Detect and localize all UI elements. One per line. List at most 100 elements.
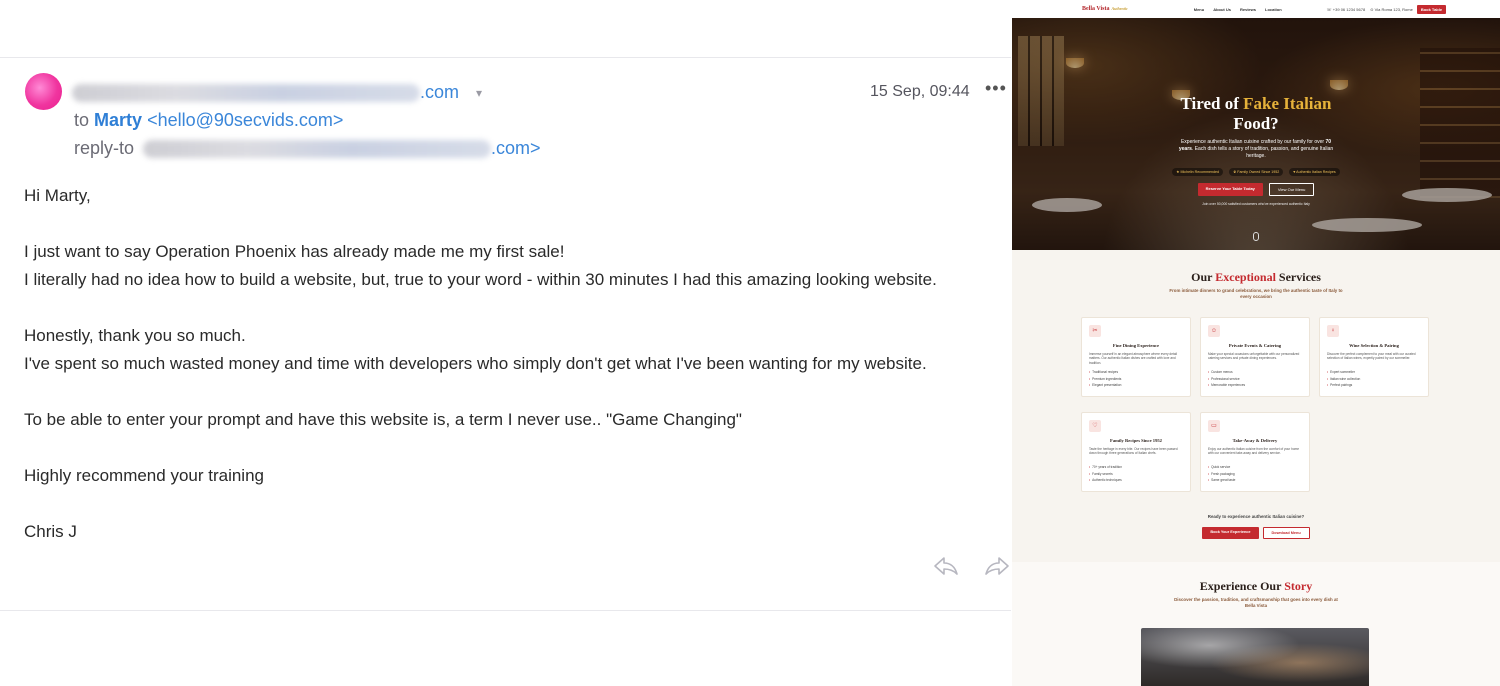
hero-note: Join over 50,000 satisfied customers who… — [1202, 202, 1310, 206]
book-experience-button[interactable]: Book Your Experience — [1202, 527, 1259, 539]
story-subtitle: Discover the passion, tradition, and cra… — [1174, 597, 1338, 608]
wine-glass-icon: ♀ — [1327, 325, 1339, 337]
heart-icon: ♡ — [1089, 420, 1101, 432]
redacted-reply-to — [143, 140, 492, 159]
address: ⊙ Via Roma 123, Rome — [1370, 6, 1413, 12]
to-prefix: to — [74, 110, 90, 130]
badge: ★ Michelin Recommended — [1172, 168, 1224, 176]
site-navbar: Bella Vista Authentic Menu About Us Revie… — [1012, 0, 1500, 18]
card-list: Traditional recipes Premium ingredients … — [1089, 369, 1183, 389]
list-item: Memorable experiences — [1208, 382, 1302, 389]
list-item: Italian wine collection — [1327, 376, 1421, 383]
from-line: .com ▾ — [72, 82, 482, 103]
body-line: I literally had no idea how to build a w… — [24, 270, 937, 289]
hero-section: Tired of Fake Italian Food? Experience a… — [1012, 18, 1500, 250]
chevron-down-icon[interactable]: ▾ — [476, 86, 482, 100]
badge: ♛ Family Owned Since 1952 — [1229, 168, 1284, 176]
signature: Chris J — [24, 522, 77, 541]
body-line: I've spent so much wasted money and time… — [24, 354, 927, 373]
to-line: to Marty <hello@90secvids.com> — [74, 110, 343, 131]
service-card[interactable]: ♀ Wine Selection & Pairing Discover the … — [1319, 317, 1429, 397]
recipient-name[interactable]: Marty — [94, 110, 142, 130]
sender-avatar[interactable] — [25, 73, 62, 110]
utensils-icon: ✂ — [1089, 325, 1101, 337]
list-item: Fresh packaging — [1208, 471, 1302, 478]
list-item: Traditional recipes — [1089, 369, 1183, 376]
email-message: .com ▾ 15 Sep, 09:44 ••• to Marty <hello… — [0, 57, 1011, 611]
list-item: Perfect pairings — [1327, 382, 1421, 389]
body-line: To be able to enter your prompt and have… — [24, 410, 742, 429]
site-logo[interactable]: Bella Vista Authentic — [1082, 6, 1128, 12]
card-title: Take-Away & Delivery — [1232, 438, 1278, 443]
recipient-address[interactable]: <hello@90secvids.com> — [147, 110, 343, 130]
service-card[interactable]: ☺ Private Events & Catering Make your sp… — [1200, 317, 1310, 397]
story-image — [1141, 628, 1369, 686]
list-item: Custom menus — [1208, 369, 1302, 376]
service-card[interactable]: ▭ Take-Away & Delivery Enjoy our authent… — [1200, 412, 1310, 492]
list-item: Quick service — [1208, 464, 1302, 471]
reply-icon[interactable] — [933, 555, 959, 577]
email-date: 15 Sep, 09:44 — [870, 83, 970, 100]
story-title: Experience Our Story — [1199, 579, 1313, 593]
book-table-button[interactable]: Book Table — [1416, 4, 1447, 14]
body-line: I just want to say Operation Phoenix has… — [24, 242, 565, 261]
card-list: Quick service Fresh packaging Same great… — [1208, 464, 1302, 484]
services-title: Our Exceptional Services — [1191, 270, 1321, 284]
nav-link-location[interactable]: Location — [1265, 7, 1282, 12]
card-title: Wine Selection & Pairing — [1349, 343, 1399, 348]
view-menu-button[interactable]: View Our Menu — [1268, 183, 1315, 196]
body-line: Hi Marty, — [24, 186, 91, 205]
hero-content: Tired of Fake Italian Food? Experience a… — [1012, 94, 1500, 206]
reply-to-suffix[interactable]: .com> — [491, 138, 541, 158]
card-list: Expert sommelier Italian wine collection… — [1327, 369, 1421, 389]
card-list: Custom menus Professional service Memora… — [1208, 369, 1302, 389]
nav-link-reviews[interactable]: Reviews — [1240, 7, 1256, 12]
forward-icon[interactable] — [984, 555, 1010, 577]
website-preview: Bella Vista Authentic Menu About Us Revie… — [1012, 0, 1500, 686]
card-text: Taste the heritage in every bite. Our re… — [1089, 447, 1178, 456]
hero-title: Tired of Fake Italian Food? — [1180, 94, 1332, 133]
phone-number[interactable]: ☏ +39 06 1234 5678 — [1327, 7, 1366, 12]
card-text: Make your special occasions unforgettabl… — [1208, 352, 1300, 361]
list-item: Professional service — [1208, 376, 1302, 383]
list-item: Family secrets — [1089, 471, 1183, 478]
delivery-truck-icon: ▭ — [1208, 420, 1220, 432]
hero-badges: ★ Michelin Recommended ♛ Family Owned Si… — [1012, 168, 1500, 176]
from-suffix[interactable]: .com — [420, 82, 459, 102]
more-options-icon[interactable]: ••• — [985, 78, 1007, 99]
nav-link-menu[interactable]: Menu — [1194, 7, 1204, 12]
card-title: Family Recipes Since 1952 — [1110, 438, 1162, 443]
list-item: Same great taste — [1208, 477, 1302, 484]
card-text: Enjoy our authentic Italian cuisine from… — [1208, 447, 1300, 456]
cta-buttons: Book Your Experience Download Menu — [1012, 527, 1500, 539]
service-card[interactable]: ✂ Fine Dining Experience Immerse yoursel… — [1081, 317, 1191, 397]
list-item: 70+ years of tradition — [1089, 464, 1183, 471]
list-item: Authentic techniques — [1089, 477, 1183, 484]
reserve-table-button[interactable]: Reserve Your Table Today — [1197, 183, 1263, 196]
download-menu-button[interactable]: Download Menu — [1262, 527, 1310, 539]
cta-question: Ready to experience authentic Italian cu… — [1207, 514, 1305, 519]
list-item: Expert sommelier — [1327, 369, 1421, 376]
badge: ♥ Authentic Italian Recipes — [1289, 168, 1340, 176]
reply-to-line: reply-to .com> — [74, 138, 541, 159]
hero-buttons: Reserve Your Table Today View Our Menu — [1012, 183, 1500, 196]
card-title: Private Events & Catering — [1228, 343, 1282, 348]
users-icon: ☺ — [1208, 325, 1220, 337]
hero-subtitle: Experience authentic Italian cuisine cra… — [1178, 139, 1334, 159]
nav-link-about[interactable]: About Us — [1213, 7, 1231, 12]
list-item: Premium ingredients — [1089, 376, 1183, 383]
service-card[interactable]: ♡ Family Recipes Since 1952 Taste the he… — [1081, 412, 1191, 492]
card-list: 70+ years of tradition Family secrets Au… — [1089, 464, 1183, 484]
card-title: Fine Dining Experience — [1112, 343, 1160, 348]
services-subtitle: From intimate dinners to grand celebrati… — [1169, 288, 1343, 299]
body-line: Honestly, thank you so much. — [24, 326, 246, 345]
nav-contact: ☏ +39 06 1234 5678 ⊙ Via Roma 123, Rome — [1327, 7, 1413, 12]
email-body: Hi Marty, I just want to say Operation P… — [24, 182, 937, 546]
redacted-sender — [72, 84, 420, 103]
card-text: Immerse yourself in an elegant atmospher… — [1089, 352, 1178, 365]
nav-links: Menu About Us Reviews Location — [1194, 7, 1282, 12]
scroll-indicator-icon[interactable] — [1253, 232, 1259, 241]
card-text: Discover the perfect complement to your … — [1327, 352, 1416, 361]
list-item: Elegant presentation — [1089, 382, 1183, 389]
body-line: Highly recommend your training — [24, 466, 264, 485]
